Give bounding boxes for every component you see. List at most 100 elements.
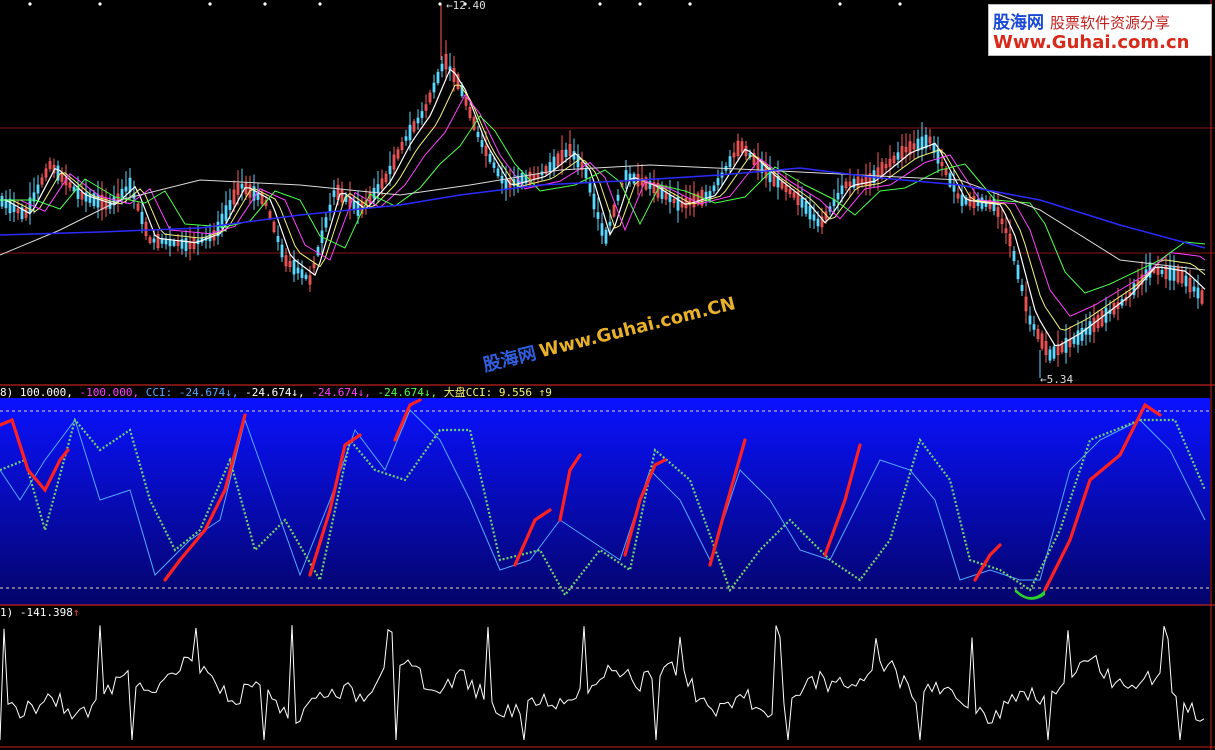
logo-tagline: 股票软件资源分享 xyxy=(1050,14,1171,32)
candle-body xyxy=(716,178,720,186)
cci-value-4: -24.674↓, xyxy=(377,386,438,399)
candle-body xyxy=(916,138,920,151)
event-marker-dot xyxy=(638,2,642,6)
candle-body xyxy=(812,214,816,221)
candle-body xyxy=(280,244,284,258)
candle-body xyxy=(492,162,496,168)
candle-body xyxy=(1028,315,1032,325)
candle-body xyxy=(316,246,320,256)
candle-body xyxy=(72,186,76,192)
candle-body xyxy=(328,204,332,212)
candle-body xyxy=(896,152,900,160)
event-marker-dot xyxy=(898,2,902,6)
candle-body xyxy=(564,149,568,158)
event-marker-dot xyxy=(263,2,267,6)
candle-body xyxy=(600,223,604,236)
candle-body xyxy=(224,205,228,221)
candle-body xyxy=(172,240,176,246)
candle-body xyxy=(980,197,984,209)
event-marker-dot xyxy=(208,2,212,6)
event-marker-dot xyxy=(598,2,602,6)
candle-body xyxy=(488,153,492,163)
cci-value-2: -24.674↓, xyxy=(245,386,305,399)
candle-body xyxy=(376,184,380,193)
candle-body xyxy=(480,140,484,148)
logo-url: Www.Guhai.com.cn xyxy=(993,32,1190,53)
candle-body xyxy=(548,162,552,172)
event-marker-dot xyxy=(838,2,842,6)
candle-body xyxy=(1076,330,1080,345)
candle-body xyxy=(292,259,296,275)
candle-body xyxy=(432,82,436,93)
candle-body xyxy=(120,188,124,198)
candle-body xyxy=(1032,324,1036,330)
candle-body xyxy=(128,177,132,193)
candle-body xyxy=(160,239,164,244)
candle-body xyxy=(36,184,40,194)
candle-body xyxy=(436,71,440,84)
osc-header: 1) -141.398↑ xyxy=(0,607,79,619)
cci-value-3: -24.674↓, xyxy=(311,386,371,399)
candle-body xyxy=(588,182,592,193)
candle-body xyxy=(0,195,4,207)
candle-body xyxy=(124,186,128,192)
candle-body xyxy=(420,111,424,118)
cci-header: 8) 100.000, -100.000, CCI: -24.674↓, -24… xyxy=(0,387,552,399)
candle-body xyxy=(604,229,608,244)
candle-body xyxy=(8,198,12,214)
osc-value: -141.398 xyxy=(19,606,73,619)
osc-arrow-icon: ↑ xyxy=(72,606,80,619)
candle-body xyxy=(836,192,840,200)
candle-body xyxy=(496,168,500,177)
candle-body xyxy=(164,239,168,245)
candle-body xyxy=(596,212,600,219)
candle-body xyxy=(140,211,144,225)
candle-body xyxy=(388,165,392,175)
candle-body xyxy=(1088,321,1092,335)
candle-body xyxy=(1012,250,1016,262)
stock-chart-area[interactable] xyxy=(0,0,1215,750)
candle-body xyxy=(808,205,812,220)
candle-body xyxy=(712,185,716,192)
candle-body xyxy=(228,200,232,210)
candle-body xyxy=(476,131,480,138)
candle-body xyxy=(804,201,808,214)
candle-body xyxy=(404,136,408,141)
cci-panel-background[interactable] xyxy=(0,398,1210,605)
candle-body xyxy=(728,156,732,168)
candle-body xyxy=(1048,349,1052,361)
candle-body xyxy=(832,199,836,207)
candle-body xyxy=(332,190,336,197)
candle-body xyxy=(408,124,412,141)
high-price-label: ←12.40 xyxy=(446,0,486,12)
candle-body xyxy=(1016,264,1020,280)
dapan-cci-tail: ↑9 xyxy=(538,386,552,399)
event-marker-dot xyxy=(688,2,692,6)
osc-header-prefix: 1) xyxy=(0,606,14,619)
candle-body xyxy=(1072,337,1076,344)
candle-body xyxy=(992,198,996,212)
candle-body xyxy=(952,184,956,192)
cci-upper-value: 100.000, xyxy=(19,386,73,399)
candle-body xyxy=(152,238,156,243)
candle-body xyxy=(1160,270,1164,274)
event-marker-dot xyxy=(318,2,322,6)
oscillator-line xyxy=(0,625,1205,741)
candle-body xyxy=(324,217,328,228)
candle-body xyxy=(1184,275,1188,287)
cci-name: CCI: xyxy=(145,386,173,399)
candle-body xyxy=(88,193,92,203)
site-logo: 股海网 股票软件资源分享 Www.Guhai.com.cn xyxy=(988,4,1212,56)
cci-header-prefix: 8) xyxy=(0,386,14,399)
candle-body xyxy=(584,168,588,179)
candle-body xyxy=(1052,346,1056,359)
candle-body xyxy=(416,117,420,124)
candle-body xyxy=(1080,327,1084,341)
candle-body xyxy=(352,201,356,210)
cci-lower-value: -100.000, xyxy=(79,386,140,399)
candle-body xyxy=(300,269,304,278)
candle-body xyxy=(504,179,508,190)
candle-body xyxy=(552,156,556,170)
candle-body xyxy=(12,204,16,213)
candle-body xyxy=(296,267,300,274)
